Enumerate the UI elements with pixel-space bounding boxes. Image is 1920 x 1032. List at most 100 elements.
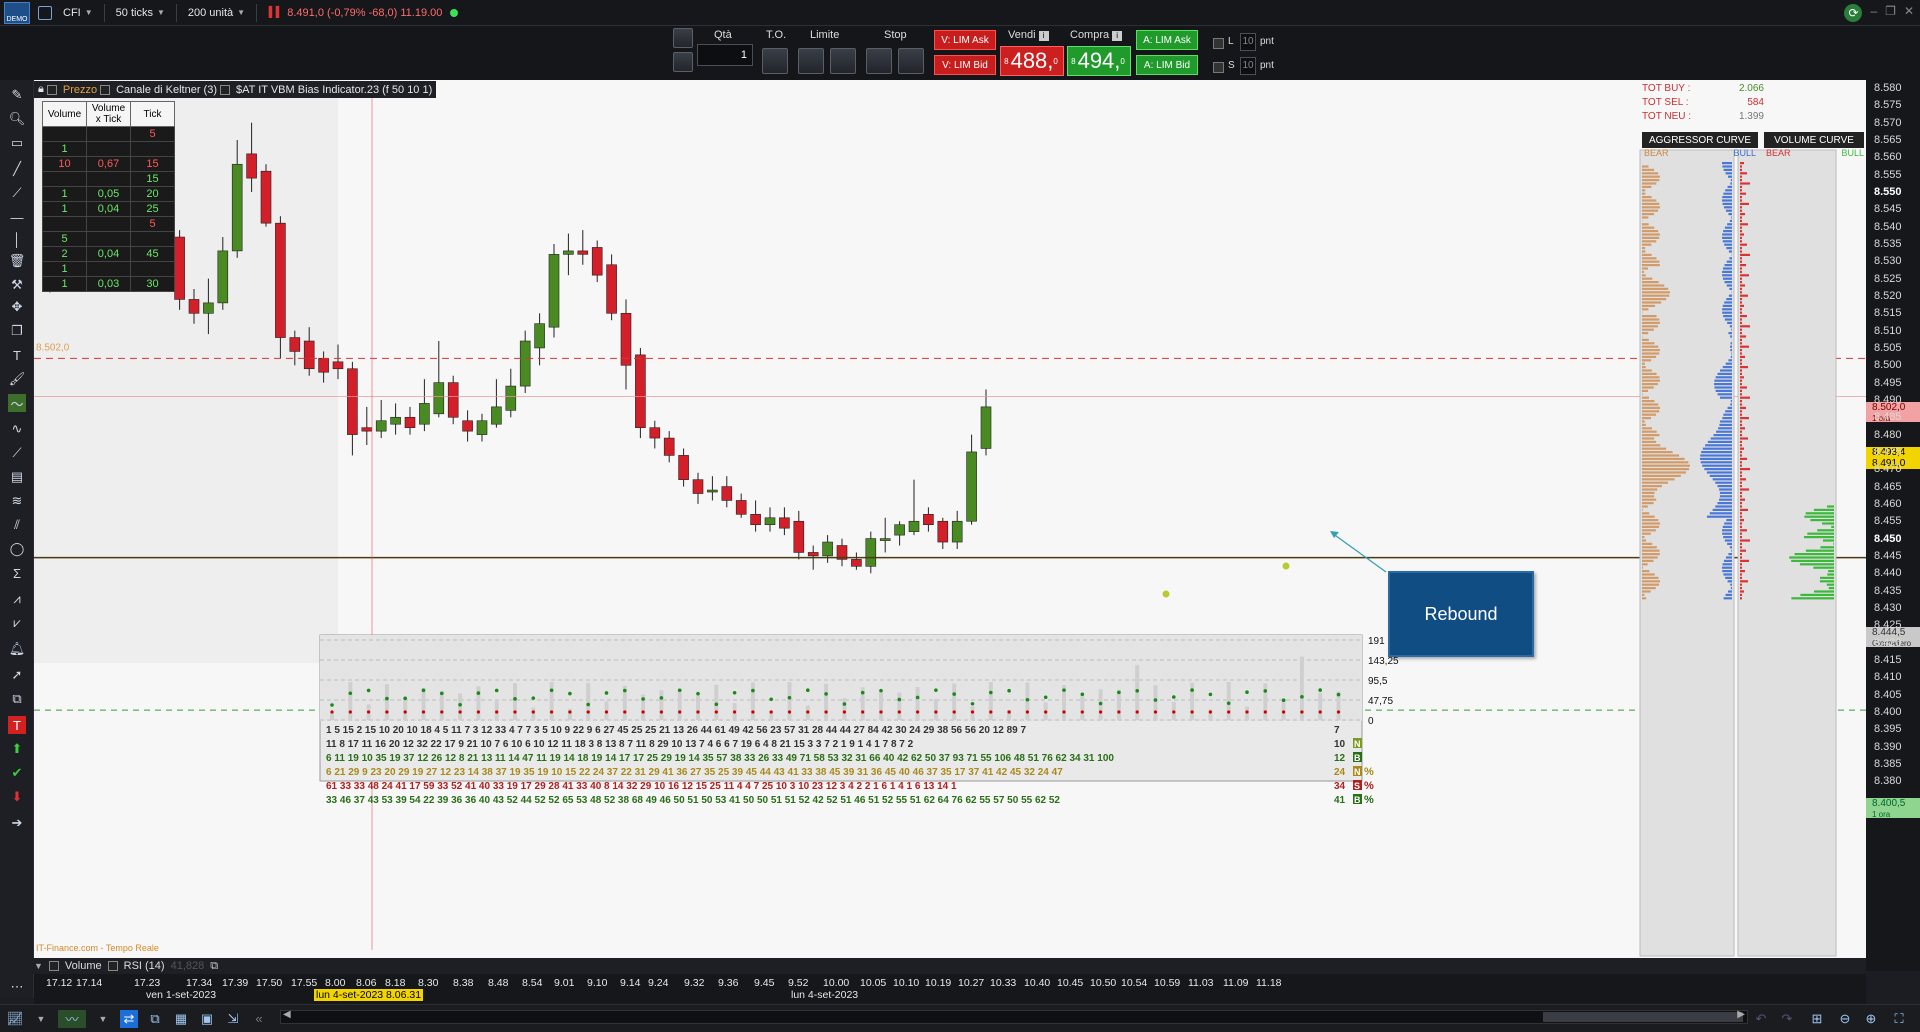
scroll-left-icon[interactable]: ◀: [283, 1009, 291, 1020]
share-icon[interactable]: ⇄: [120, 1009, 138, 1028]
chevron-down-icon[interactable]: ▼: [34, 961, 43, 971]
ellipse-icon[interactable]: ◯: [8, 540, 26, 558]
stop-buy-button[interactable]: [866, 48, 892, 74]
qty-input[interactable]: 1: [697, 44, 753, 66]
keltner-checkbox[interactable]: [100, 84, 111, 95]
close-icon[interactable]: ✕: [1904, 4, 1914, 22]
rewind-icon[interactable]: «: [250, 1010, 268, 1028]
detach-icon[interactable]: ⧉: [210, 960, 218, 973]
aggressor-bull-bar: [1730, 400, 1732, 403]
move-icon[interactable]: ✥: [8, 298, 26, 316]
zoom-fit-icon[interactable]: ⊞: [1808, 1010, 1826, 1028]
lock-icon[interactable]: 🔒︎: [38, 83, 44, 96]
chart-icon[interactable]: ▤: [8, 468, 26, 486]
aggressor-bear-bar: [1642, 532, 1651, 535]
text-icon[interactable]: T: [8, 346, 26, 364]
rsi-checkbox[interactable]: [107, 961, 118, 971]
horizontal-line-icon[interactable]: —: [8, 208, 26, 226]
trend-icon[interactable]: 〜: [8, 394, 26, 412]
calculator-icon[interactable]: ▦: [172, 1010, 190, 1028]
line-chart-icon[interactable]: 〰: [58, 1009, 86, 1028]
chevron-down-icon[interactable]: ▼: [32, 1010, 50, 1028]
chart-area[interactable]: 8.502,0 191 143,25 95,5 47,75 0 1 5 15 2 15 10…: [34, 80, 1866, 971]
limite-buy-button[interactable]: [798, 48, 824, 74]
fib-icon[interactable]: ≋: [8, 492, 26, 510]
wave-icon[interactable]: ∿: [8, 420, 26, 438]
price-chart[interactable]: 8.502,0191143,2595,547,7501 5 15 2 15 10…: [34, 80, 1866, 971]
arrow-right-icon[interactable]: ➔: [8, 814, 26, 832]
zigzag-icon[interactable]: ⩗: [8, 614, 26, 632]
tab-volume[interactable]: Volume: [65, 960, 102, 972]
buy-price-button[interactable]: 8 494, 0: [1067, 46, 1131, 76]
volume-checkbox[interactable]: [48, 961, 59, 971]
chart-type-icon[interactable]: 📈︎: [6, 1010, 24, 1028]
undo-icon[interactable]: ↶: [1752, 1010, 1770, 1028]
tools-icon[interactable]: ⚒: [8, 276, 26, 294]
ray-icon[interactable]: ⟋: [8, 184, 26, 202]
vertical-line-icon[interactable]: │: [8, 230, 26, 248]
sell-price-button[interactable]: 8 488, 0: [1000, 46, 1064, 76]
aggressor-bear-bar: [1642, 559, 1654, 562]
line-icon[interactable]: ╱: [8, 160, 26, 178]
refresh-icon[interactable]: ⟳: [1844, 4, 1863, 22]
copy-icon[interactable]: ❐: [8, 322, 26, 340]
chevron-down-icon[interactable]: ▼: [94, 1010, 112, 1028]
zoom-out-icon[interactable]: ⊖: [1836, 1010, 1854, 1028]
to-button[interactable]: [762, 48, 788, 74]
pattern-icon[interactable]: ⩘: [8, 590, 26, 608]
rebound-callout[interactable]: Rebound: [1388, 571, 1534, 657]
restore-icon[interactable]: ❐: [1885, 4, 1896, 22]
scroll-right-icon[interactable]: ▶: [1737, 1009, 1745, 1020]
layers-icon[interactable]: ⧉: [8, 690, 26, 708]
units-dropdown[interactable]: 200 unità ▼: [185, 7, 248, 19]
keyboard-icon[interactable]: [673, 52, 693, 72]
s-points-input[interactable]: 10: [1240, 57, 1256, 75]
arrow-up-icon[interactable]: ⬆: [8, 740, 26, 758]
redo-icon[interactable]: ↷: [1778, 1010, 1796, 1028]
trash-icon[interactable]: 🗑: [8, 252, 26, 270]
l-points-input[interactable]: 10: [1240, 33, 1256, 51]
s-label: S: [1228, 60, 1235, 71]
text-tool-icon[interactable]: T: [8, 716, 26, 734]
sell-lim-ask-button[interactable]: V: LIM Ask: [934, 30, 996, 50]
window-icon[interactable]: ▣: [198, 1010, 216, 1028]
instrument-dropdown[interactable]: CFI ▼: [60, 7, 96, 19]
more-icon[interactable]: ⋯: [8, 978, 26, 996]
elliott-icon[interactable]: Σ: [8, 564, 26, 582]
cursor-icon[interactable]: ➚: [8, 666, 26, 684]
info-icon[interactable]: i: [1038, 31, 1049, 41]
stop-sell-button[interactable]: [898, 48, 924, 74]
copy-icon[interactable]: ⧉: [146, 1010, 164, 1028]
scrollbar-thumb[interactable]: [1543, 1012, 1743, 1022]
brush-icon[interactable]: 🖌: [8, 370, 26, 388]
buy-lim-bid-button[interactable]: A: LIM Bid: [1136, 55, 1198, 75]
price-checkbox[interactable]: [46, 84, 57, 95]
ticks-dropdown[interactable]: 50 ticks ▼: [113, 7, 168, 19]
buy-lim-ask-button[interactable]: A: LIM Ask: [1136, 30, 1198, 50]
s-checkbox[interactable]: [1213, 62, 1224, 73]
settings-icon[interactable]: [38, 5, 52, 20]
arrow-down-icon[interactable]: ⬇: [8, 788, 26, 806]
sell-lim-bid-button[interactable]: V: LIM Bid: [934, 55, 996, 75]
time-axis[interactable]: ven 1-set-2023 lun 4-set-2023 8.06.31 lu…: [34, 974, 1866, 1004]
check-icon[interactable]: ✔: [8, 764, 26, 782]
zoom-icon[interactable]: 🔍︎: [8, 110, 26, 128]
pencil-icon[interactable]: ✎: [8, 86, 26, 104]
pause-icon[interactable]: ▐▐: [265, 7, 279, 18]
export-icon[interactable]: ⇲: [224, 1010, 242, 1028]
minimize-icon[interactable]: –: [1870, 4, 1877, 22]
search-icon[interactable]: [673, 28, 693, 48]
alarm-icon[interactable]: 🔔︎: [8, 640, 26, 658]
price-axis[interactable]: 8.502,0 1 ora 8.493,4 8.491,0 8.444,5 Gior…: [1866, 80, 1920, 971]
l-checkbox[interactable]: [1213, 38, 1224, 49]
fullscreen-icon[interactable]: ⛶: [1890, 1010, 1908, 1028]
ruler-icon[interactable]: ▭: [8, 134, 26, 152]
channel-icon[interactable]: ⫽: [8, 516, 26, 534]
indicator-checkbox[interactable]: [220, 84, 230, 95]
limite-sell-button[interactable]: [830, 48, 856, 74]
info-icon[interactable]: i: [1112, 31, 1123, 41]
tab-rsi[interactable]: RSI (14): [124, 960, 165, 972]
fan-icon[interactable]: ⟋: [8, 444, 26, 462]
chart-scrollbar[interactable]: ◀ ▶: [280, 1009, 1748, 1024]
zoom-in-icon[interactable]: ⊕: [1862, 1010, 1880, 1028]
